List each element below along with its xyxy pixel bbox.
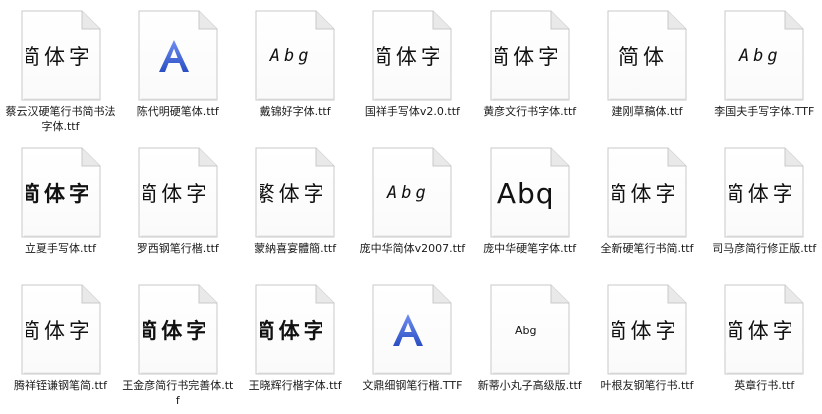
font-file-item[interactable]: 简体字国祥手写体v2.0.ttf bbox=[354, 0, 471, 136]
font-preview-text: 简体字 bbox=[260, 318, 323, 343]
font-file-item[interactable]: Abq 庞中华硬笔字体.ttf bbox=[471, 137, 588, 273]
font-file-icon: 简体字 bbox=[723, 147, 805, 239]
font-file-icon: 简体字 bbox=[371, 10, 453, 102]
file-name-label: 叶根友钢笔行书.ttf bbox=[600, 379, 694, 392]
font-file-item[interactable]: 简体字黄彦文行书字体.ttf bbox=[471, 0, 588, 136]
file-name-label: 庞中华简体v2007.ttf bbox=[359, 242, 466, 255]
font-logo-icon bbox=[377, 302, 439, 358]
font-preview-text: 简体字 bbox=[377, 45, 440, 69]
font-file-item[interactable]: 简体字王金彦简行书完善体.ttf bbox=[119, 274, 236, 410]
font-preview-text: 简体字 bbox=[142, 182, 205, 206]
font-preview-text: 简体字 bbox=[142, 318, 205, 343]
font-file-icon: 简体字 bbox=[137, 284, 219, 376]
file-name-label: 罗西钢笔行楷.ttf bbox=[136, 242, 219, 255]
file-name-label: 蒙納喜宴體簡.ttf bbox=[254, 242, 337, 255]
font-file-icon: 简体字 bbox=[20, 147, 102, 239]
file-name-label: 司马彦简行修正版.ttf bbox=[712, 242, 817, 255]
font-preview-text: 简体 bbox=[618, 45, 668, 69]
font-file-item[interactable]: Abg 戴锦好字体.ttf bbox=[237, 0, 354, 136]
font-file-item[interactable]: 简体字司马彦简行修正版.ttf bbox=[706, 137, 822, 273]
font-file-item[interactable]: Abg 李国夫手写字体.TTF bbox=[706, 0, 822, 136]
font-file-item[interactable]: 简体字腾祥铚谦钢笔简.ttf bbox=[2, 274, 119, 410]
font-file-icon: Abg bbox=[489, 284, 571, 376]
font-preview-text: 简体字 bbox=[612, 182, 674, 206]
font-file-item[interactable]: 简体字王晓辉行楷字体.ttf bbox=[237, 274, 354, 410]
file-grid: 简体字 蔡云汉硬笔行书简书法字体.ttf 陈代明硬笔体.ttf Abg 戴锦好字… bbox=[0, 0, 822, 414]
font-file-item[interactable]: Abg 新蒂小丸子高级版.ttf bbox=[471, 274, 588, 410]
font-preview-text: 简体字 bbox=[25, 319, 88, 343]
font-file-item[interactable]: Abg 庞中华简体v2007.ttf bbox=[354, 137, 471, 273]
file-name-label: 戴锦好字体.ttf bbox=[259, 105, 331, 118]
font-file-item[interactable]: 简体字叶根友钢笔行书.ttf bbox=[589, 274, 706, 410]
font-preview-text: 简体字 bbox=[612, 319, 674, 343]
font-preview-text: Abq bbox=[496, 176, 555, 210]
font-preview-text: 简体字 bbox=[25, 181, 88, 206]
file-name-label: 王晓辉行楷字体.ttf bbox=[248, 379, 342, 392]
font-file-icon bbox=[137, 10, 219, 102]
font-file-icon: 简体字 bbox=[20, 10, 102, 102]
file-name-label: 庞中华硬笔字体.ttf bbox=[483, 242, 577, 255]
font-preview-text: 简体字 bbox=[729, 182, 792, 206]
file-name-label: 王金彦简行书完善体.ttf bbox=[122, 379, 234, 407]
font-file-icon: 简体字 bbox=[606, 284, 688, 376]
file-name-label: 建刚草稿体.ttf bbox=[611, 105, 683, 118]
font-file-item[interactable]: 简体字蔡云汉硬笔行书简书法字体.ttf bbox=[2, 0, 119, 136]
file-name-label: 陈代明硬笔体.ttf bbox=[136, 105, 219, 118]
font-file-icon: 简体字 bbox=[20, 284, 102, 376]
font-preview-text: Abg bbox=[514, 323, 537, 337]
font-file-icon: Abq bbox=[489, 147, 571, 239]
font-file-icon: 简体字 bbox=[489, 10, 571, 102]
file-name-label: 腾祥铚谦钢笔简.ttf bbox=[14, 379, 107, 392]
file-name-label: 黄彦文行书字体.ttf bbox=[483, 105, 577, 118]
font-file-item[interactable]: 文鼎细钢笔行楷.TTF bbox=[354, 274, 471, 410]
font-file-icon: 简体字 bbox=[254, 284, 336, 376]
font-file-icon: 简体 bbox=[606, 10, 688, 102]
font-file-icon: Abg bbox=[723, 10, 805, 102]
file-name-label: 蔡云汉硬笔行书简书法字体.ttf bbox=[5, 105, 116, 133]
font-file-icon: Abg bbox=[371, 147, 453, 239]
font-file-item[interactable]: 简体字英章行书.ttf bbox=[706, 274, 822, 410]
font-file-item[interactable]: 简体字罗西钢笔行楷.ttf bbox=[119, 137, 236, 273]
file-name-label: 立夏手写体.ttf bbox=[25, 242, 96, 255]
font-logo-icon bbox=[143, 28, 205, 84]
font-preview-text: Abg bbox=[738, 46, 782, 66]
font-file-item[interactable]: 简体建刚草稿体.ttf bbox=[589, 0, 706, 136]
font-file-icon: 简体字 bbox=[606, 147, 688, 239]
font-preview-text: 简体字 bbox=[25, 45, 88, 69]
font-file-item[interactable]: 简体字立夏手写体.ttf bbox=[2, 137, 119, 273]
font-preview-text: 简体字 bbox=[494, 45, 557, 69]
font-preview-text: 简体字 bbox=[729, 319, 792, 343]
font-file-icon bbox=[371, 284, 453, 376]
font-file-item[interactable]: 陈代明硬笔体.ttf bbox=[119, 0, 236, 136]
font-file-icon: Abg bbox=[254, 10, 336, 102]
file-name-label: 英章行书.ttf bbox=[734, 379, 795, 392]
file-name-label: 文鼎细钢笔行楷.TTF bbox=[362, 379, 463, 392]
font-file-icon: 繁体字 bbox=[254, 147, 336, 239]
font-preview-text: 繁体字 bbox=[260, 182, 323, 206]
font-preview-text: Abg bbox=[387, 183, 430, 203]
file-name-label: 全新硬笔行书简.ttf bbox=[600, 242, 694, 255]
file-name-label: 新蒂小丸子高级版.ttf bbox=[477, 379, 582, 392]
font-preview-text: Abg bbox=[269, 46, 313, 66]
file-name-label: 李国夫手写字体.TTF bbox=[714, 105, 815, 118]
font-file-icon: 简体字 bbox=[723, 284, 805, 376]
font-file-item[interactable]: 简体字全新硬笔行书简.ttf bbox=[589, 137, 706, 273]
file-name-label: 国祥手写体v2.0.ttf bbox=[364, 105, 460, 118]
font-file-icon: 简体字 bbox=[137, 147, 219, 239]
font-file-item[interactable]: 繁体字蒙納喜宴體簡.ttf bbox=[237, 137, 354, 273]
